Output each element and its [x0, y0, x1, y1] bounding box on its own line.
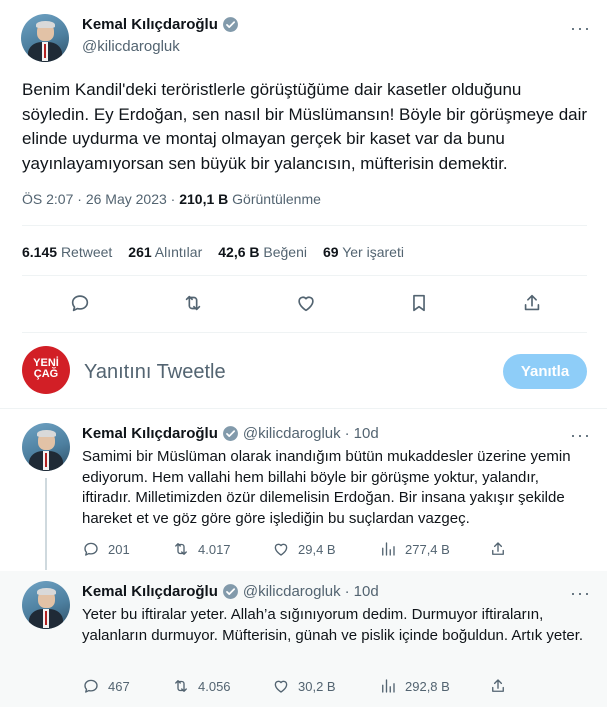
author-name-row[interactable]: Kemal Kılıçdaroğlu [82, 16, 239, 33]
quotes-stat[interactable]: 261 Alıntılar [128, 244, 202, 260]
like-icon [274, 543, 288, 556]
reply-text: Samimi bir Müslüman olarak inandığım büt… [82, 448, 571, 527]
reply-count-action[interactable]: 467 [82, 677, 130, 695]
views-count-action[interactable]: 277,4 B [379, 540, 450, 558]
author-name[interactable]: Kemal Kılıçdaroğlu [82, 16, 218, 33]
like-label: Beğeni [263, 244, 307, 260]
tweet-stats: 6.145 Retweet 261 Alıntılar 42,6 B Beğen… [22, 244, 420, 260]
tweet-date[interactable]: 26 May 2023 [86, 191, 167, 207]
reply-handle[interactable]: @kilicdarogluk [243, 425, 341, 442]
reply-tweet[interactable]: Kemal Kılıçdaroğlu @kilicdarogluk · 10d … [0, 409, 607, 571]
bookmark-icon[interactable] [408, 292, 430, 314]
like-count: 42,6 B [218, 244, 260, 260]
share-action[interactable] [489, 540, 507, 558]
verified-badge-icon [222, 426, 238, 441]
reply-author-avatar[interactable] [22, 581, 70, 629]
views-count-action[interactable]: 292,8 B [379, 677, 450, 695]
verified-badge-icon [222, 584, 238, 599]
quote-label: Alıntılar [154, 244, 203, 260]
like-count: 29,4 B [298, 541, 336, 557]
reply-tweet[interactable]: Kemal Kılıçdaroğlu @kilicdarogluk · 10d … [0, 571, 607, 707]
divider [22, 275, 587, 276]
reply-age[interactable]: 10d [354, 583, 379, 600]
author-handle[interactable]: @kilicdarogluk [82, 38, 180, 55]
reply-count-action[interactable]: 201 [82, 540, 130, 558]
tweet-text: Benim Kandil'deki teröristlerle görüştüğ… [22, 80, 588, 173]
like-count-action[interactable]: 29,4 B [272, 540, 336, 558]
quote-count: 261 [128, 244, 152, 260]
bookmark-count: 69 [322, 244, 339, 260]
retweet-label: Retweet [60, 244, 113, 260]
views-icon [382, 542, 395, 556]
more-options-icon[interactable]: ··· [570, 18, 591, 39]
divider [22, 332, 587, 333]
more-options-icon[interactable]: ··· [570, 425, 591, 446]
share-icon [492, 542, 504, 555]
tweet-actions [0, 292, 607, 316]
views-count: 292,8 B [405, 678, 450, 694]
reply-icon[interactable] [69, 292, 91, 314]
avatar-logo-text-2: ÇAĞ [33, 368, 59, 380]
reply-icon [84, 679, 98, 693]
reply-header: Kemal Kılıçdaroğlu @kilicdarogluk · 10d [82, 425, 379, 442]
reply-input[interactable]: Yanıtını Tweetle [84, 361, 226, 384]
like-icon [274, 680, 288, 693]
views-count: 277,4 B [405, 541, 450, 557]
share-icon[interactable] [521, 292, 543, 314]
share-icon [492, 679, 504, 692]
retweet-icon[interactable] [182, 292, 204, 314]
reply-button[interactable]: Yanıtla [503, 354, 587, 389]
reply-age[interactable]: 10d [354, 425, 379, 442]
retweet-count-action[interactable]: 4.017 [172, 540, 231, 558]
retweet-count: 4.017 [198, 541, 231, 557]
like-count: 30,2 B [298, 678, 336, 694]
reply-author-name[interactable]: Kemal Kılıçdaroğlu [82, 583, 218, 600]
reply-author-avatar[interactable] [22, 423, 70, 471]
reply-count: 467 [108, 678, 130, 694]
views-icon [382, 679, 395, 693]
bookmarks-stat[interactable]: 69 Yer işareti [323, 244, 404, 260]
more-options-icon[interactable]: ··· [570, 583, 591, 604]
reply-author-name[interactable]: Kemal Kılıçdaroğlu [82, 425, 218, 442]
views-count: 210,1 B [179, 191, 229, 207]
reply-count: 201 [108, 541, 130, 557]
views-label: Görüntülenme [232, 191, 321, 207]
reply-handle[interactable]: @kilicdarogluk [243, 583, 341, 600]
tweet-meta: ÖS 2:07 · 26 May 2023 · 210,1 B Görüntül… [22, 191, 321, 207]
reply-header: Kemal Kılıçdaroğlu @kilicdarogluk · 10d [82, 583, 379, 600]
reply-icon [84, 542, 98, 556]
tweet-time[interactable]: ÖS 2:07 [22, 191, 73, 207]
share-action[interactable] [489, 677, 507, 695]
retweets-stat[interactable]: 6.145 Retweet [22, 244, 112, 260]
reply-text: Yeter bu iftiralar yeter. Allah’a sığını… [82, 606, 584, 644]
likes-stat[interactable]: 42,6 B Beğeni [218, 244, 307, 260]
like-count-action[interactable]: 30,2 B [272, 677, 336, 695]
retweet-count: 4.056 [198, 678, 231, 694]
retweet-count: 6.145 [22, 244, 58, 260]
retweet-icon [175, 680, 187, 692]
author-avatar[interactable] [21, 14, 69, 62]
bookmark-label: Yer işareti [342, 244, 404, 260]
current-user-avatar[interactable]: YENİ ÇAĞ [22, 346, 70, 394]
retweet-count-action[interactable]: 4.056 [172, 677, 231, 695]
reply-actions: 467 4.056 30,2 B 292,8 B [82, 677, 602, 697]
divider [22, 225, 587, 226]
verified-badge-icon [222, 17, 238, 32]
like-icon[interactable] [295, 292, 317, 314]
retweet-icon [175, 543, 187, 555]
reply-actions: 201 4.017 29,4 B 277,4 B [82, 540, 602, 560]
